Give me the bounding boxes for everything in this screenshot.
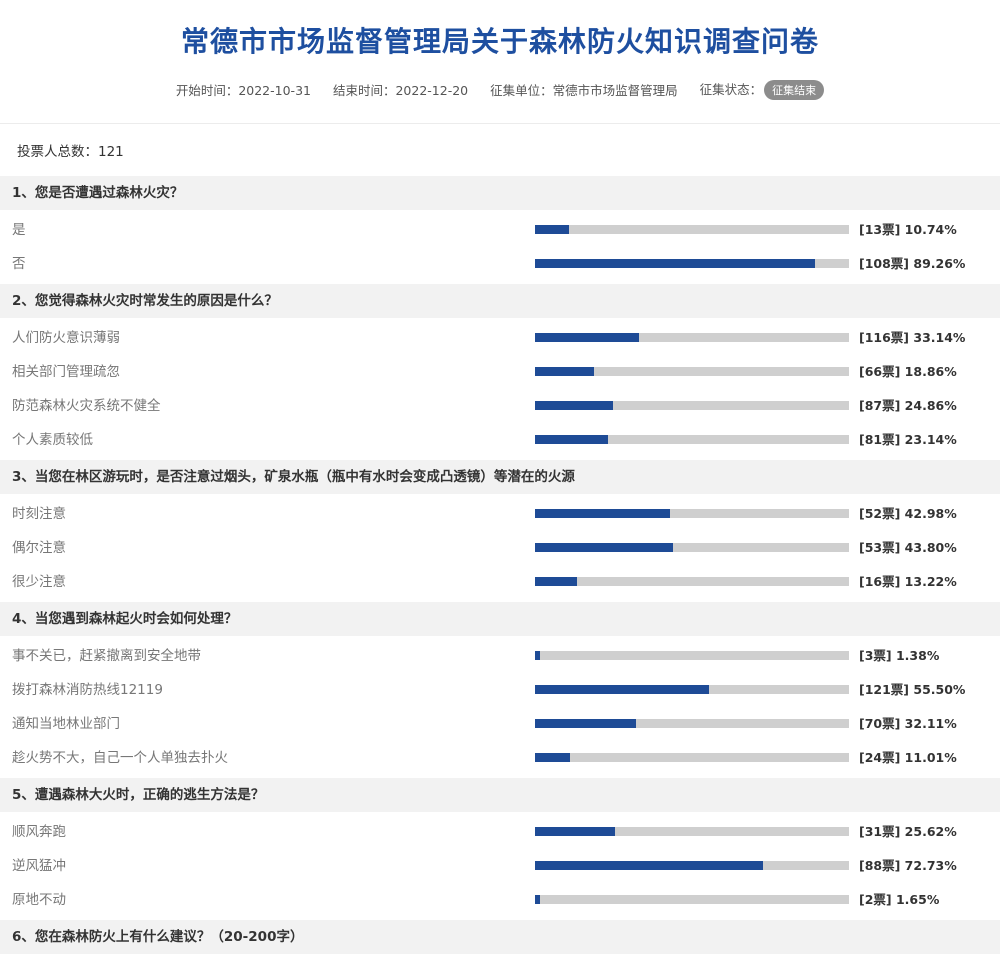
collection-status: 征集状态： 征集结束 <box>700 79 825 100</box>
option-row: 通知当地林业部门 [70票] 32.11% <box>0 707 1000 741</box>
progress-bar-fill <box>535 719 636 728</box>
progress-bar-fill <box>535 401 613 410</box>
option-result: [81票] 23.14% <box>859 432 957 447</box>
progress-bar-fill <box>535 367 594 376</box>
progress-bar-fill <box>535 259 815 268</box>
progress-bar-track <box>535 509 849 518</box>
option-label: 人们防火意识薄弱 <box>12 330 120 346</box>
progress-bar-track <box>535 861 849 870</box>
option-row: 个人素质较低 [81票] 23.14% <box>0 423 1000 457</box>
option-result: [2票] 1.65% <box>859 892 940 907</box>
progress-bar-fill <box>535 435 608 444</box>
page-title: 常德市市场监督管理局关于森林防火知识调查问卷 <box>180 25 819 58</box>
option-result: [87票] 24.86% <box>859 398 957 413</box>
progress-bar-track <box>535 367 849 376</box>
progress-bar-fill <box>535 753 570 762</box>
option-result: [53票] 43.80% <box>859 540 957 555</box>
progress-bar-track <box>535 753 849 762</box>
option-row: 原地不动 [2票] 1.65% <box>0 883 1000 917</box>
option-label: 通知当地林业部门 <box>12 716 120 732</box>
option-label: 相关部门管理疏忽 <box>12 364 120 380</box>
option-row: 是 [13票] 10.74% <box>0 213 1000 247</box>
option-row: 很少注意 [16票] 13.22% <box>0 565 1000 599</box>
progress-bar-track <box>535 719 849 728</box>
option-label: 时刻注意 <box>12 506 66 522</box>
progress-bar-fill <box>535 861 763 870</box>
progress-bar-track <box>535 895 849 904</box>
option-label: 趁火势不大，自己一个人单独去扑火 <box>12 750 228 766</box>
question-title: 6、您在森林防火上有什么建议？（20-200字） <box>0 920 1000 954</box>
progress-bar-track <box>535 651 849 660</box>
option-label: 事不关已，赶紧撤离到安全地带 <box>12 648 201 664</box>
option-label: 个人素质较低 <box>12 432 93 448</box>
option-result: [88票] 72.73% <box>859 858 957 873</box>
option-label: 是 <box>12 222 26 238</box>
option-result: [52票] 42.98% <box>859 506 957 521</box>
progress-bar-track <box>535 435 849 444</box>
end-time: 结束时间：2022-12-20 <box>332 83 469 98</box>
progress-bar-fill <box>535 895 540 904</box>
option-row: 防范森林火灾系统不健全 [87票] 24.86% <box>0 389 1000 423</box>
option-result: [3票] 1.38% <box>859 648 940 663</box>
question-title: 5、遭遇森林大火时，正确的逃生方法是？ <box>0 778 1000 812</box>
option-result: [24票] 11.01% <box>859 750 957 765</box>
survey-meta: 开始时间：2022-10-31 结束时间：2022-12-20 征集单位：常德市… <box>0 79 1000 100</box>
option-result: [16票] 13.22% <box>859 574 957 589</box>
question-title: 1、您是否遭遇过森林火灾？ <box>0 176 1000 210</box>
progress-bar-track <box>535 259 849 268</box>
option-result: [31票] 25.62% <box>859 824 957 839</box>
total-voters: 投票人总数：121 <box>17 144 124 160</box>
option-label: 防范森林火灾系统不健全 <box>12 398 161 414</box>
option-row: 人们防火意识薄弱 [116票] 33.14% <box>0 321 1000 355</box>
option-label: 原地不动 <box>12 892 66 908</box>
option-result: [108票] 89.26% <box>859 256 966 271</box>
status-label: 征集状态： <box>699 82 763 97</box>
option-label: 逆风猛冲 <box>12 858 66 874</box>
progress-bar-fill <box>535 333 639 342</box>
option-row: 逆风猛冲 [88票] 72.73% <box>0 849 1000 883</box>
progress-bar-fill <box>535 577 577 586</box>
option-row: 时刻注意 [52票] 42.98% <box>0 497 1000 531</box>
collecting-unit: 征集单位：常德市市场监督管理局 <box>490 83 678 98</box>
option-row: 事不关已，赶紧撤离到安全地带 [3票] 1.38% <box>0 639 1000 673</box>
progress-bar-track <box>535 827 849 836</box>
survey-header: 常德市市场监督管理局关于森林防火知识调查问卷 开始时间：2022-10-31 结… <box>0 0 1000 124</box>
status-badge: 征集结束 <box>764 80 825 100</box>
progress-bar-fill <box>535 225 569 234</box>
option-label: 否 <box>12 256 26 272</box>
progress-bar-track <box>535 401 849 410</box>
question-title: 2、您觉得森林火灾时常发生的原因是什么？ <box>0 284 1000 318</box>
progress-bar-track <box>535 225 849 234</box>
start-time: 开始时间：2022-10-31 <box>175 83 311 98</box>
question-title: 3、当您在林区游玩时，是否注意过烟头，矿泉水瓶（瓶中有水时会变成凸透镜）等潜在的… <box>0 460 1000 494</box>
option-result: [66票] 18.86% <box>859 364 957 379</box>
progress-bar-fill <box>535 651 540 660</box>
question-title: 4、当您遇到森林起火时会如何处理？ <box>0 602 1000 636</box>
option-row: 偶尔注意 [53票] 43.80% <box>0 531 1000 565</box>
progress-bar-fill <box>535 543 673 552</box>
option-row: 否 [108票] 89.26% <box>0 247 1000 281</box>
option-row: 顺风奔跑 [31票] 25.62% <box>0 815 1000 849</box>
progress-bar-fill <box>535 827 615 836</box>
option-label: 很少注意 <box>12 574 66 590</box>
progress-bar-track <box>535 685 849 694</box>
progress-bar-fill <box>535 685 709 694</box>
option-label: 顺风奔跑 <box>12 824 66 840</box>
option-row: 相关部门管理疏忽 [66票] 18.86% <box>0 355 1000 389</box>
option-label: 偶尔注意 <box>12 540 66 556</box>
option-label: 拨打森林消防热线12119 <box>12 682 163 698</box>
option-row: 趁火势不大，自己一个人单独去扑火 [24票] 11.01% <box>0 741 1000 775</box>
option-result: [121票] 55.50% <box>859 682 966 697</box>
progress-bar-track <box>535 577 849 586</box>
option-result: [116票] 33.14% <box>859 330 966 345</box>
option-result: [13票] 10.74% <box>859 222 957 237</box>
progress-bar-track <box>535 333 849 342</box>
progress-bar-fill <box>535 509 670 518</box>
option-row: 拨打森林消防热线12119 [121票] 55.50% <box>0 673 1000 707</box>
option-result: [70票] 32.11% <box>859 716 957 731</box>
progress-bar-track <box>535 543 849 552</box>
